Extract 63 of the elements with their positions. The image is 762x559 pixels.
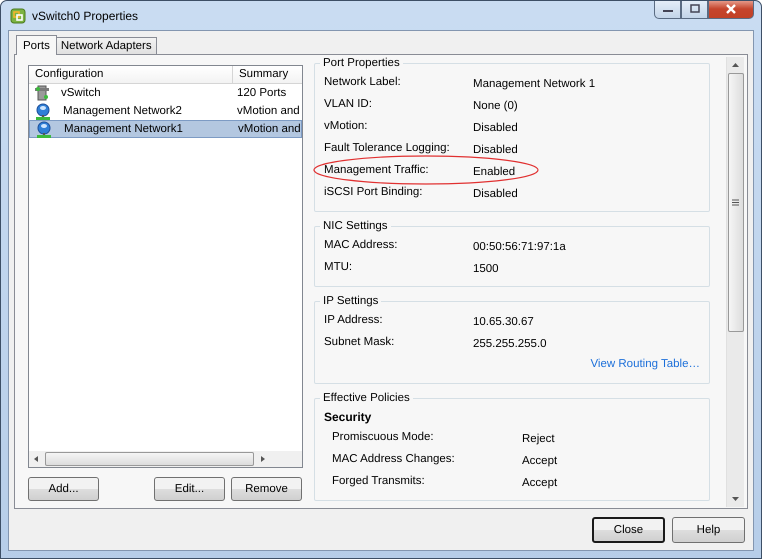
list-row[interactable]: Management Network1 vMotion and: [29, 120, 302, 138]
list-button[interactable]: Remove: [231, 477, 302, 501]
close-icon: [724, 4, 738, 14]
close-button[interactable]: [708, 1, 754, 19]
property-value: None (0): [473, 100, 518, 112]
tab[interactable]: Network Adapters: [56, 37, 157, 54]
column-header[interactable]: Configuration: [29, 66, 233, 83]
list-row[interactable]: vSwitch 120 Ports: [29, 84, 302, 102]
property-label: IP Address:: [324, 314, 384, 326]
globe-icon: [36, 120, 52, 138]
row-summary: vMotion and: [237, 123, 301, 135]
property-label: Network Label:: [324, 76, 402, 88]
group-title: IP Settings: [322, 295, 380, 307]
list-button[interactable]: Edit...: [154, 477, 225, 501]
row-summary: 120 Ports: [236, 87, 288, 99]
group-title: Effective Policies: [322, 392, 411, 404]
property-value: 10.65.30.67: [473, 316, 534, 328]
routing-table-link[interactable]: View Routing Table…: [590, 358, 700, 370]
grip-icon: [732, 199, 739, 206]
property-label: vMotion:: [324, 120, 368, 132]
window-title: vSwitch0 Properties: [32, 8, 138, 22]
property-label: iSCSI Port Binding:: [324, 186, 424, 198]
group-title: Port Properties: [322, 57, 401, 69]
property-label: MAC Address:: [324, 239, 398, 251]
row-name: Management Network2: [63, 105, 182, 117]
maximize-icon: [688, 4, 700, 14]
tab[interactable]: Ports: [16, 35, 57, 55]
dialog-button[interactable]: Help: [672, 516, 745, 542]
property-label: Forged Transmits:: [332, 475, 426, 487]
property-value: Reject: [522, 433, 555, 445]
property-label: VLAN ID:: [324, 98, 373, 110]
property-value: 00:50:56:71:97:1a: [473, 241, 566, 253]
row-name: vSwitch: [61, 87, 101, 99]
property-value: 255.255.255.0: [473, 338, 547, 350]
list-row[interactable]: Management Network2 vMotion and: [29, 102, 302, 120]
row-summary: vMotion and: [236, 105, 301, 117]
property-value: Management Network 1: [473, 78, 596, 90]
property-value: Disabled: [473, 144, 518, 156]
globe-icon: [35, 102, 51, 120]
property-label: Subnet Mask:: [324, 336, 396, 348]
property-label: Fault Tolerance Logging:: [324, 142, 451, 154]
switch-icon: [35, 85, 49, 101]
group-title: NIC Settings: [322, 220, 389, 232]
property-value: Disabled: [473, 122, 518, 134]
property-value: Enabled: [473, 166, 516, 178]
maximize-button[interactable]: [681, 1, 708, 19]
dialog-button[interactable]: Close: [592, 516, 665, 542]
property-label: MAC Address Changes:: [332, 453, 456, 465]
property-value: Accept: [522, 455, 558, 467]
property-value: Accept: [522, 477, 558, 489]
row-name: Management Network1: [64, 123, 183, 135]
property-value: Disabled: [473, 188, 518, 200]
property-label: Promiscuous Mode:: [332, 431, 435, 443]
section-heading: Security: [324, 410, 372, 424]
vertical-scrollbar[interactable]: [726, 57, 744, 507]
minimize-button[interactable]: [654, 1, 681, 19]
app-icon: [10, 8, 26, 24]
property-value: 1500: [473, 263, 499, 275]
horizontal-scrollbar[interactable]: [29, 451, 302, 467]
property-label: MTU:: [324, 261, 354, 273]
column-header[interactable]: Summary: [233, 66, 302, 83]
list-button[interactable]: Add...: [28, 477, 99, 501]
property-label: Management Traffic:: [324, 164, 430, 176]
